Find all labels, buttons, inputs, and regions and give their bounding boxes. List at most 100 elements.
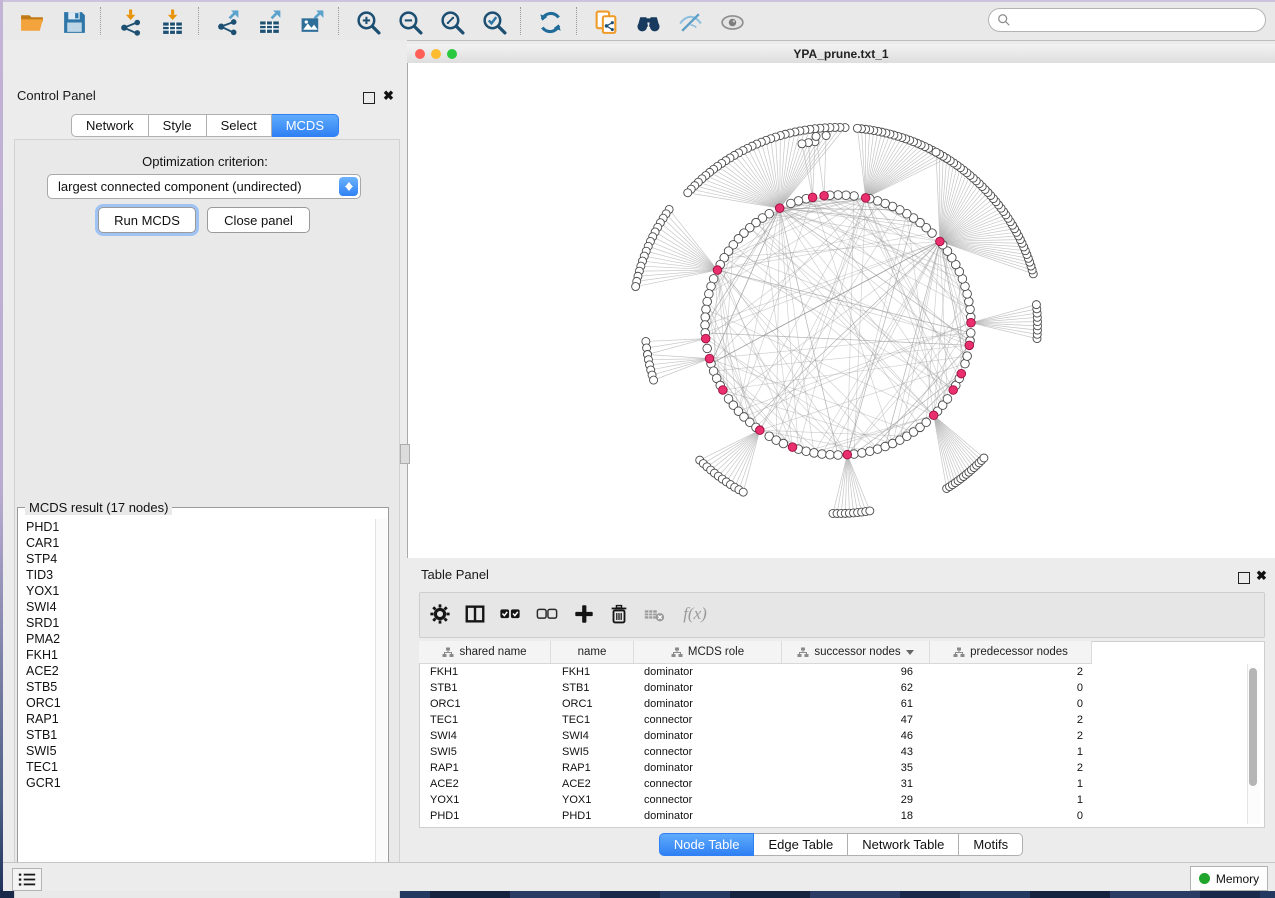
show-eye-icon[interactable] [716, 6, 748, 38]
network-canvas[interactable] [407, 63, 1275, 558]
search-input[interactable] [988, 8, 1266, 32]
graph-node[interactable] [834, 451, 843, 460]
mcds-result-item[interactable]: RAP1 [18, 711, 374, 727]
tab-motifs[interactable]: Motifs [959, 833, 1023, 856]
export-table-icon[interactable] [254, 6, 286, 38]
graph-node[interactable] [822, 132, 830, 140]
mcds-result-item[interactable]: TID3 [18, 567, 374, 583]
export-image-icon[interactable] [296, 6, 328, 38]
mcds-node[interactable] [788, 443, 797, 452]
table-row[interactable]: RAP1RAP1dominator352 [420, 760, 1093, 776]
table-panel-float-button[interactable] [1238, 571, 1250, 589]
graph-node[interactable] [980, 454, 988, 462]
table-row[interactable]: TEC1TEC1connector472 [420, 712, 1093, 728]
function-builder-icon[interactable]: f(x) [675, 601, 715, 627]
zoom-selected-icon[interactable] [478, 6, 510, 38]
graph-node[interactable] [739, 488, 747, 496]
export-network-icon[interactable] [212, 6, 244, 38]
mcds-result-item[interactable]: PMA2 [18, 631, 374, 647]
column-header-predecessor-nodes[interactable]: predecessor nodes [930, 641, 1092, 663]
mcds-node[interactable] [775, 204, 784, 213]
mcds-node[interactable] [719, 386, 728, 395]
close-panel-button[interactable]: Close panel [207, 207, 310, 233]
select-all-icon[interactable] [496, 601, 524, 627]
mcds-result-item[interactable]: STB5 [18, 679, 374, 695]
run-mcds-button[interactable]: Run MCDS [98, 207, 196, 233]
mcds-result-item[interactable]: SWI4 [18, 599, 374, 615]
graph-node[interactable] [1032, 301, 1040, 309]
graph-node[interactable] [922, 418, 931, 427]
graph-node[interactable] [650, 376, 658, 384]
graph-node[interactable] [818, 450, 827, 459]
graph-node[interactable] [966, 305, 975, 314]
mcds-result-item[interactable]: YOX1 [18, 583, 374, 599]
graph-node[interactable] [963, 352, 972, 361]
tab-network-table[interactable]: Network Table [848, 833, 959, 856]
tab-edge-table[interactable]: Edge Table [754, 833, 848, 856]
mcds-result-item[interactable]: STP4 [18, 551, 374, 567]
zoom-out-icon[interactable] [394, 6, 426, 38]
gear-icon[interactable] [426, 601, 454, 627]
mcds-node[interactable] [756, 426, 765, 435]
graph-node[interactable] [943, 395, 952, 404]
mcds-result-scrollbar[interactable] [375, 519, 387, 875]
panel-divider-handle[interactable] [400, 444, 410, 464]
mcds-result-item[interactable]: SRD1 [18, 615, 374, 631]
mcds-node[interactable] [843, 450, 852, 459]
mcds-node[interactable] [705, 354, 714, 363]
graph-node[interactable] [826, 450, 835, 459]
graph-node[interactable] [858, 449, 867, 458]
open-folder-icon[interactable] [16, 6, 48, 38]
mcds-result-item[interactable]: STB1 [18, 727, 374, 743]
mcds-node[interactable] [861, 194, 870, 203]
mcds-node[interactable] [701, 334, 710, 343]
add-icon[interactable] [570, 601, 598, 627]
control-panel-close-button[interactable]: ✖ [383, 90, 394, 102]
mcds-node[interactable] [949, 386, 958, 395]
mcds-result-item[interactable]: GCR1 [18, 775, 374, 791]
import-table-icon[interactable] [156, 6, 188, 38]
zoom-fit-icon[interactable] [436, 6, 468, 38]
graph-node[interactable] [703, 297, 712, 306]
mcds-result-item[interactable]: CAR1 [18, 535, 374, 551]
table-row[interactable]: FKH1FKH1dominator962 [420, 664, 1093, 680]
mcds-node[interactable] [820, 191, 829, 200]
task-history-button[interactable] [12, 868, 42, 891]
delete-table-icon[interactable] [640, 601, 668, 627]
graph-node[interactable] [701, 313, 710, 322]
graph-node[interactable] [853, 124, 861, 132]
graph-node[interactable] [787, 199, 796, 208]
table-row[interactable]: SWI4SWI4dominator462 [420, 728, 1093, 744]
memory-button[interactable]: Memory [1190, 866, 1268, 891]
tab-node-table[interactable]: Node Table [659, 833, 755, 856]
table-row[interactable]: SWI5SWI5connector431 [420, 744, 1093, 760]
column-header-MCDS-role[interactable]: MCDS role [634, 641, 782, 663]
table-row[interactable]: PHD1PHD1dominator180 [420, 808, 1093, 824]
column-header-successor-nodes[interactable]: successor nodes [782, 641, 930, 663]
refresh-icon[interactable] [534, 6, 566, 38]
mcds-node[interactable] [929, 411, 938, 420]
graph-node[interactable] [850, 192, 859, 201]
control-panel-float-button[interactable] [363, 91, 375, 109]
graph-node[interactable] [701, 321, 710, 330]
mcds-node[interactable] [936, 237, 945, 246]
graph-node[interactable] [702, 305, 711, 314]
copy-style-icon[interactable] [590, 6, 622, 38]
tab-mcds[interactable]: MCDS [272, 114, 339, 137]
graph-node[interactable] [779, 439, 788, 448]
table-scrollbar-thumb[interactable] [1249, 668, 1257, 786]
column-header-shared-name[interactable]: shared name [419, 641, 551, 663]
binoculars-icon[interactable] [632, 6, 664, 38]
hide-unhide-icon[interactable] [674, 6, 706, 38]
save-icon[interactable] [58, 6, 90, 38]
mcds-node[interactable] [957, 369, 966, 378]
mcds-node[interactable] [808, 193, 817, 202]
delete-icon[interactable] [605, 601, 633, 627]
mcds-result-item[interactable]: SWI5 [18, 743, 374, 759]
graph-node[interactable] [632, 283, 640, 291]
graph-node[interactable] [842, 191, 851, 200]
graph-node[interactable] [684, 189, 692, 197]
zoom-in-icon[interactable] [352, 6, 384, 38]
graph-node[interactable] [866, 507, 874, 515]
graph-node[interactable] [965, 297, 974, 306]
